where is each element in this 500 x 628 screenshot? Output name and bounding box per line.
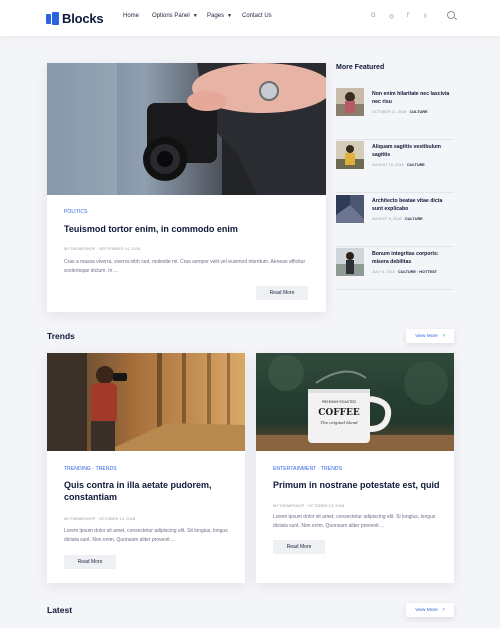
post-image[interactable]: [47, 353, 245, 451]
trends-view-more-button[interactable]: View More ›: [406, 329, 454, 343]
post-title[interactable]: Primum in nostrane potestate est, quid: [273, 479, 443, 491]
sidebar-item[interactable]: Architecto beatae vitae dicta sunt expli…: [336, 195, 454, 247]
nav-home[interactable]: Home: [123, 13, 139, 19]
sidebar-heading: More Featured: [336, 64, 385, 71]
mug-label-top: PREMIUM ROASTED: [322, 400, 357, 404]
site-logo[interactable]: Blocks: [46, 11, 104, 26]
sidebar-item[interactable]: Bonum integritas corporis: misera debili…: [336, 248, 454, 290]
post-category[interactable]: POLITICS: [64, 209, 88, 215]
chevron-down-icon: ▼: [227, 13, 232, 19]
sidebar-item-meta: JULY 6, 2018 · CULTURE · HOTTEST: [372, 270, 437, 274]
nav-options-panel[interactable]: Options Panel ▼: [152, 13, 198, 19]
sidebar-item-meta: AUGUST 10, 2018 · CULTURE: [372, 163, 425, 167]
post-category[interactable]: ENTERTAINMENT · TRENDS: [273, 466, 342, 472]
post-title[interactable]: Teuismod tortor enim, in commodo enim: [64, 223, 304, 235]
read-more-button[interactable]: Read More: [273, 540, 325, 554]
trend-post-card[interactable]: TRENDING · TRENDS Quis contra in illa ae…: [47, 353, 245, 583]
search-icon[interactable]: [447, 11, 455, 19]
sidebar-thumb[interactable]: [336, 88, 364, 116]
twitter-icon[interactable]: 𝕥: [424, 13, 427, 20]
post-excerpt: Cras a massa viverra, viverra nibh sed, …: [64, 259, 306, 274]
read-more-button[interactable]: Read More: [256, 286, 308, 300]
chevron-right-icon: ›: [442, 333, 445, 339]
logo-icon: [46, 12, 59, 25]
facebook-icon[interactable]: f: [407, 13, 409, 19]
post-title[interactable]: Quis contra in illa aetate pudorem, cons…: [64, 479, 234, 503]
post-image[interactable]: PREMIUM ROASTED COFFEE The original blen…: [256, 353, 454, 451]
nav-contact-us[interactable]: Contact Us: [242, 13, 272, 19]
post-excerpt: Lorem ipsum dolor sit amet, consectetur …: [64, 528, 228, 543]
site-header: Blocks Home Options Panel ▼ Pages ▼ Contac…: [0, 0, 500, 36]
trends-heading: Trends: [47, 331, 75, 341]
sidebar-thumb[interactable]: [336, 248, 364, 276]
sidebar-item-title[interactable]: Aliquam sagittis vestibulum sagittis: [372, 143, 454, 159]
sidebar-item-meta: OCTOBER 11, 2018 · CULTURE: [372, 110, 428, 114]
read-more-button[interactable]: Read More: [64, 555, 116, 569]
sidebar-thumb[interactable]: [336, 195, 364, 223]
site-name: Blocks: [62, 11, 104, 26]
sidebar-item-title[interactable]: Architecto beatae vitae dicta sunt expli…: [372, 197, 454, 213]
latest-heading: Latest: [47, 605, 73, 615]
featured-post-card[interactable]: POLITICS Teuismod tortor enim, in commod…: [47, 63, 326, 312]
sidebar-item-title[interactable]: Non enim hilaritate nec lascivia nec ris…: [372, 90, 454, 106]
chevron-down-icon: ▼: [192, 13, 198, 19]
google-icon[interactable]: G: [371, 13, 376, 19]
latest-view-more-button[interactable]: View More ›: [406, 603, 454, 617]
post-meta: MYTHEMESHOP · SEPTEMBER 14, 2018: [64, 246, 141, 251]
post-meta: MYTHEMESHOP · OCTOBER 14, 2018: [64, 516, 136, 521]
post-category[interactable]: TRENDING · TRENDS: [64, 466, 117, 472]
mug-label-script: The original blend: [320, 420, 358, 425]
sidebar-item-title[interactable]: Bonum integritas corporis: misera debili…: [372, 250, 454, 266]
chevron-right-icon: ›: [442, 607, 445, 613]
featured-image[interactable]: [47, 63, 326, 195]
mug-label-main: COFFEE: [318, 408, 360, 418]
sidebar-thumb[interactable]: [336, 141, 364, 169]
instagram-icon[interactable]: ◎: [389, 13, 394, 20]
post-meta: MYTHEMESHOP · OCTOBER 13, 2018: [273, 503, 345, 508]
sidebar-item[interactable]: Non enim hilaritate nec lascivia nec ris…: [336, 88, 454, 140]
sidebar-item-meta: AUGUST 8, 2018 · CULTURE: [372, 217, 423, 221]
trend-post-card[interactable]: PREMIUM ROASTED COFFEE The original blen…: [256, 353, 454, 583]
post-excerpt: Lorem ipsum dolor sit amet, consectetur …: [273, 514, 436, 529]
sidebar-item[interactable]: Aliquam sagittis vestibulum sagittis AUG…: [336, 141, 454, 193]
nav-pages[interactable]: Pages ▼: [207, 13, 232, 19]
